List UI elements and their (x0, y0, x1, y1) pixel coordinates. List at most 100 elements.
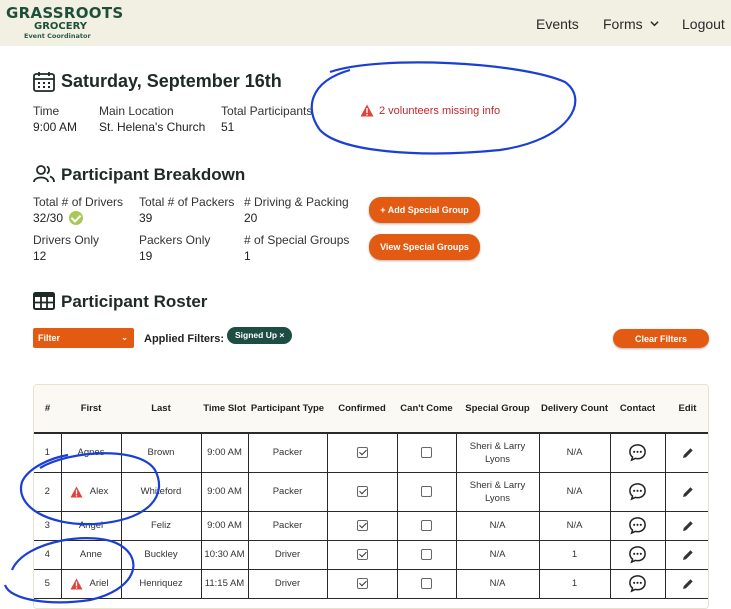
confirmed-cell (327, 569, 398, 599)
table-row[interactable]: 5 Ariel Henriquez 11:15 AM Driver N/A 1 (34, 569, 708, 599)
confirmed-checkbox[interactable] (356, 548, 368, 560)
table-row[interactable]: 1 Agnes Brown 9:00 AM Packer Sheri & Larry Ly… (34, 433, 708, 473)
column-header[interactable]: # (34, 385, 61, 434)
filter-dropdown[interactable]: Filter ⌄ (33, 328, 134, 348)
cant-come-cell (397, 511, 457, 541)
contact-cell[interactable] (610, 472, 666, 512)
missing-info-alert[interactable]: 2 volunteers missing info (360, 104, 500, 117)
event-title: Saturday, September 16th (61, 71, 282, 91)
pencil-icon (682, 578, 693, 589)
brand-line-3: Event Coordinator (24, 32, 91, 40)
add-special-group-button[interactable]: + Add Special Group (369, 197, 480, 223)
edit-cell[interactable] (665, 569, 708, 599)
view-special-groups-button[interactable]: View Special Groups (369, 234, 480, 260)
clear-filters-button[interactable]: Clear Filters (613, 329, 709, 348)
special-groups-value: 1 (244, 249, 251, 263)
packers-total-value: 39 (139, 211, 153, 225)
participant-type: Driver (248, 569, 328, 599)
column-header[interactable]: First (61, 385, 121, 434)
chat-bubble-icon (629, 517, 646, 535)
signed-up-filter-chip[interactable]: Signed Up × (227, 327, 293, 344)
time-slot: 11:15 AM (201, 569, 249, 599)
last-name: Brown (121, 433, 202, 473)
contact-cell[interactable] (610, 540, 666, 570)
cant-come-checkbox[interactable] (421, 548, 432, 560)
participant-type: Packer (248, 472, 328, 512)
first-name-cell: Angel (61, 511, 122, 541)
row-number: 3 (34, 511, 62, 541)
confirmed-checkbox[interactable] (356, 447, 368, 459)
column-header[interactable]: Confirmed (327, 385, 397, 434)
row-number: 2 (34, 472, 62, 512)
first-name-cell: Agnes (61, 433, 122, 473)
packers-only-value: 19 (139, 249, 153, 263)
column-header[interactable]: Special Group (456, 385, 539, 434)
cant-come-checkbox[interactable] (421, 577, 432, 589)
edit-cell[interactable] (665, 472, 708, 512)
confirmed-checkbox[interactable] (356, 485, 368, 497)
roster-title: Participant Roster (61, 292, 208, 311)
first-name-cell: Alex (61, 472, 122, 512)
last-name: Henriquez (121, 569, 202, 599)
column-header[interactable]: Can't Come (397, 385, 456, 434)
confirmed-checkbox[interactable] (356, 577, 368, 589)
table-row[interactable]: 3 Angel Feliz 9:00 AM Packer N/A N/A (34, 511, 708, 541)
edit-cell[interactable] (665, 433, 708, 473)
participant-type: Packer (248, 511, 328, 541)
calendar-icon (33, 72, 55, 92)
row-number: 1 (34, 433, 62, 473)
chat-bubble-icon (629, 546, 646, 564)
filter-label: Filter (38, 333, 61, 343)
column-header[interactable]: Contact (610, 385, 665, 434)
nav-logout-link[interactable]: Logout (682, 16, 725, 32)
column-header[interactable]: Delivery Count (539, 385, 610, 434)
table-row[interactable]: 2 Alex Whiteford 9:00 AM Packer Sheri & Larry… (34, 472, 708, 512)
delivery-count: N/A (539, 433, 611, 473)
time-slot: 9:00 AM (201, 511, 249, 541)
first-name-cell: Anne (61, 540, 122, 570)
pencil-icon (682, 486, 693, 497)
drivers-only-value: 12 (33, 249, 47, 263)
nav-forms-menu[interactable]: Forms (603, 16, 659, 32)
special-group: N/A (456, 540, 540, 570)
confirmed-cell (327, 511, 398, 541)
time-slot: 9:00 AM (201, 472, 249, 512)
driving-packing-value: 20 (244, 211, 258, 225)
column-header[interactable]: Edit (665, 385, 708, 434)
pencil-icon (682, 549, 693, 560)
drivers-total-value: 32/30 (33, 211, 84, 225)
brand-line-2: GROCERY (34, 21, 87, 32)
row-number: 5 (34, 569, 62, 599)
column-header[interactable]: Participant Type (248, 385, 327, 434)
participant-type: Driver (248, 540, 328, 570)
table-row[interactable]: 4 Anne Buckley 10:30 AM Driver N/A 1 (34, 540, 708, 570)
cant-come-checkbox[interactable] (421, 519, 432, 531)
edit-cell[interactable] (665, 511, 708, 541)
contact-cell[interactable] (610, 433, 666, 473)
participants-value: 51 (221, 120, 235, 134)
column-header[interactable]: Time Slot (201, 385, 248, 434)
nav-events-link[interactable]: Events (536, 16, 579, 32)
special-group: Sheri & Larry Lyons (456, 472, 540, 512)
edit-cell[interactable] (665, 540, 708, 570)
pencil-icon (682, 520, 693, 531)
column-header[interactable]: Last (121, 385, 201, 434)
time-slot: 9:00 AM (201, 433, 249, 473)
packers-total-label: Total # of Packers (139, 195, 235, 209)
cant-come-checkbox[interactable] (421, 447, 432, 459)
time-label: Time (33, 104, 60, 118)
participant-roster-table: # First Last Time Slot Participant Type … (33, 384, 709, 609)
brand-logo[interactable]: GRASSROOTS GROCERY Event Coordinator (6, 5, 124, 40)
cant-come-checkbox[interactable] (421, 485, 432, 497)
confirmed-checkbox[interactable] (356, 519, 368, 531)
first-name: Anne (79, 549, 103, 560)
drivers-total-label: Total # of Drivers (33, 195, 124, 209)
contact-cell[interactable] (610, 511, 666, 541)
last-name: Whiteford (121, 472, 202, 512)
pencil-icon (682, 448, 693, 458)
contact-cell[interactable] (610, 569, 666, 599)
table-header-row: # First Last Time Slot Participant Type … (34, 385, 708, 434)
cant-come-cell (397, 540, 457, 570)
top-navbar: GRASSROOTS GROCERY Event Coordinator Eve… (0, 0, 731, 46)
confirmed-cell (327, 472, 398, 512)
